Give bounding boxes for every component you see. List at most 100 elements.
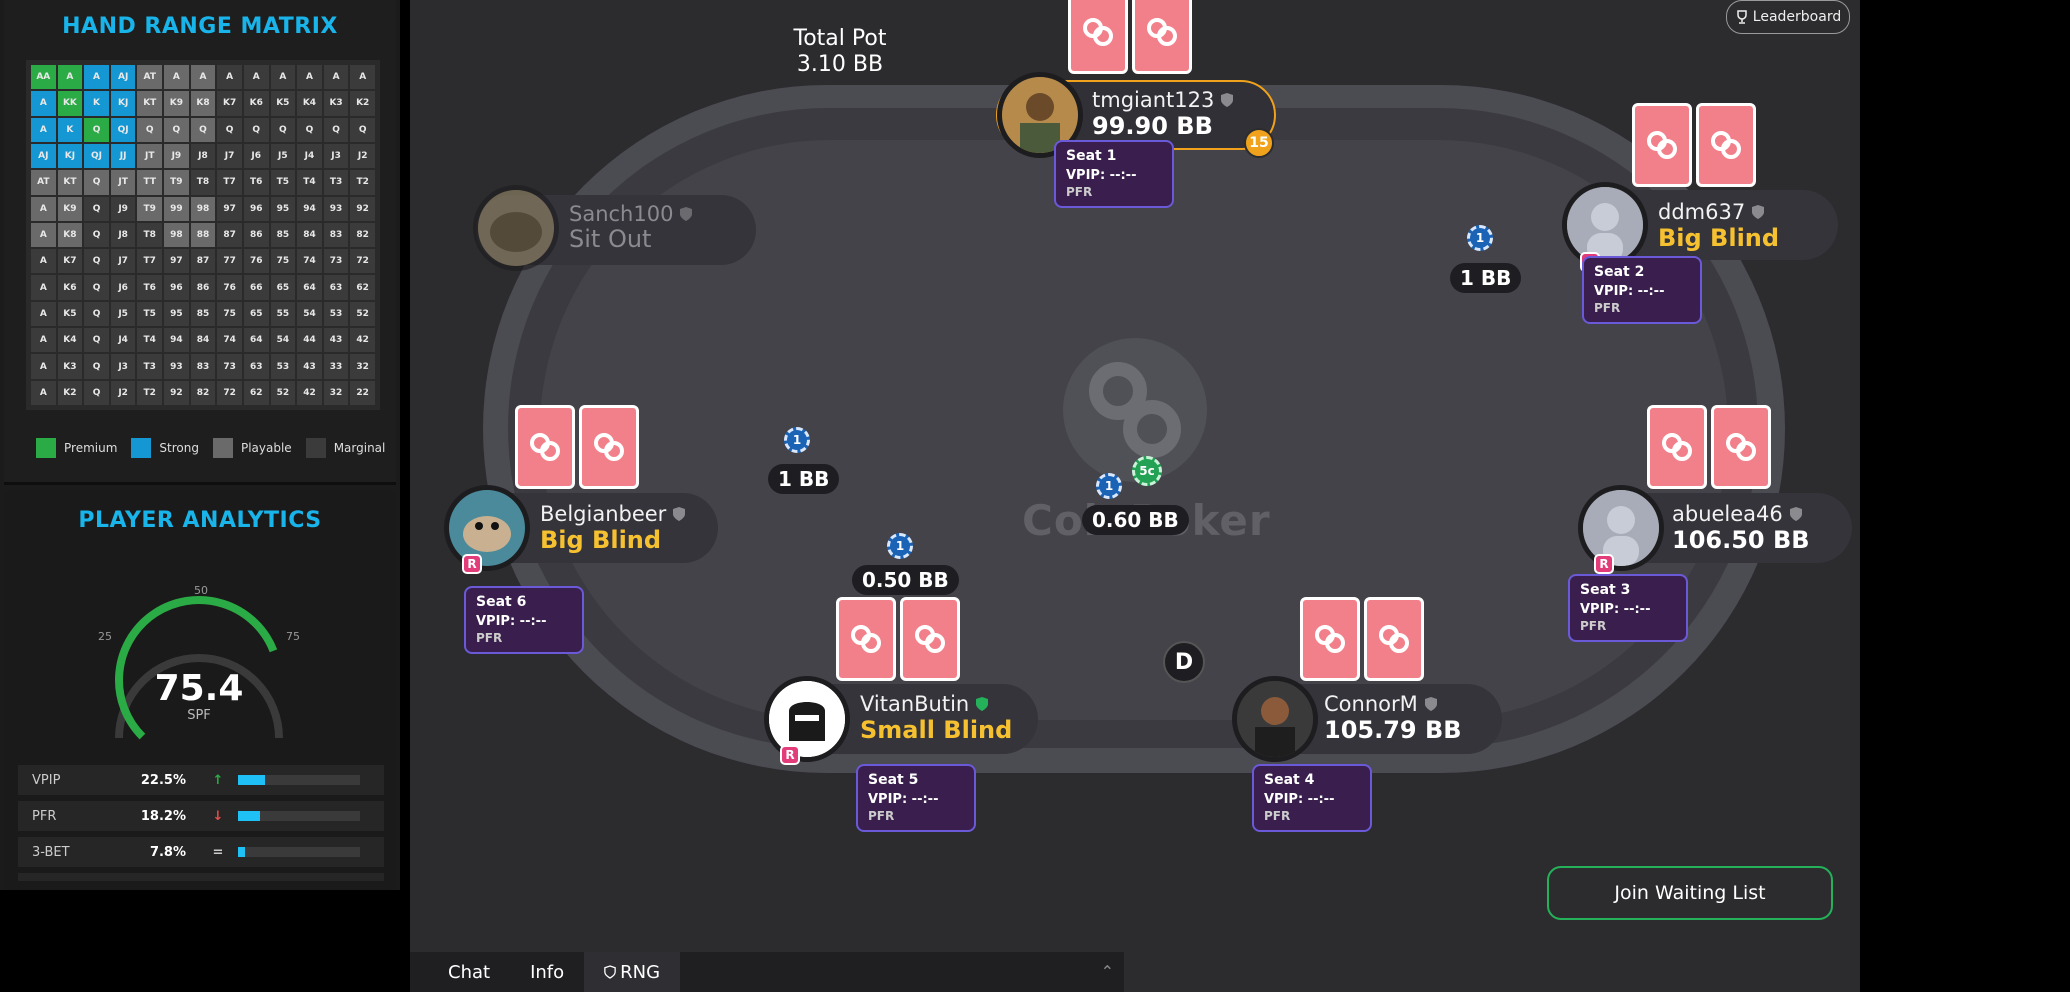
- range-cell[interactable]: A: [270, 65, 296, 90]
- range-cell[interactable]: 94: [297, 196, 322, 221]
- range-cell[interactable]: A: [84, 65, 109, 90]
- range-cell[interactable]: 85: [270, 222, 296, 248]
- player-avatar[interactable]: [1578, 485, 1664, 571]
- range-cell[interactable]: K8: [190, 91, 216, 116]
- range-cell[interactable]: J8: [190, 143, 216, 169]
- range-cell[interactable]: 92: [350, 196, 375, 221]
- range-cell[interactable]: QJ: [110, 117, 136, 142]
- range-cell[interactable]: K9: [57, 196, 83, 221]
- range-cell[interactable]: Q: [297, 117, 322, 142]
- range-cell[interactable]: K6: [57, 275, 83, 300]
- range-cell[interactable]: K3: [323, 91, 349, 116]
- join-waiting-list-button[interactable]: Join Waiting List: [1547, 866, 1833, 920]
- range-cell[interactable]: 96: [243, 196, 269, 221]
- range-cell[interactable]: T3: [137, 354, 163, 379]
- range-cell[interactable]: 73: [323, 249, 349, 274]
- range-cell[interactable]: 64: [243, 328, 269, 353]
- range-cell[interactable]: A: [164, 65, 189, 90]
- range-cell[interactable]: 83: [323, 222, 349, 248]
- range-cell[interactable]: AJ: [31, 143, 56, 169]
- range-cell[interactable]: Q: [190, 117, 216, 142]
- range-cell[interactable]: 52: [350, 301, 375, 327]
- range-cell[interactable]: Q: [164, 117, 189, 142]
- range-cell[interactable]: 75: [217, 301, 242, 327]
- range-cell[interactable]: K5: [270, 91, 296, 116]
- range-cell[interactable]: A: [31, 117, 56, 142]
- range-cell[interactable]: QJ: [84, 143, 109, 169]
- seat-stats-box[interactable]: Seat 6 VPIP: --:-- PFR: [464, 586, 584, 654]
- range-cell[interactable]: K6: [243, 91, 269, 116]
- range-cell[interactable]: 74: [217, 328, 242, 353]
- range-cell[interactable]: A: [31, 249, 56, 274]
- range-cell[interactable]: 88: [190, 222, 216, 248]
- range-cell[interactable]: J6: [243, 143, 269, 169]
- range-cell[interactable]: Q: [84, 354, 109, 379]
- range-cell[interactable]: 54: [297, 301, 322, 327]
- range-cell[interactable]: 99: [164, 196, 189, 221]
- range-cell[interactable]: 42: [297, 380, 322, 405]
- range-cell[interactable]: J3: [323, 143, 349, 169]
- range-cell[interactable]: Q: [217, 117, 242, 142]
- seat-stats-box[interactable]: Seat 3 VPIP: --:-- PFR: [1568, 574, 1688, 642]
- range-cell[interactable]: A: [31, 275, 56, 300]
- range-cell[interactable]: 54: [270, 328, 296, 353]
- range-cell[interactable]: A: [31, 91, 56, 116]
- range-cell[interactable]: Q: [323, 117, 349, 142]
- range-cell[interactable]: T9: [164, 170, 189, 195]
- range-cell[interactable]: J3: [110, 354, 136, 379]
- range-cell[interactable]: 63: [323, 275, 349, 300]
- range-cell[interactable]: 86: [190, 275, 216, 300]
- range-cell[interactable]: AJ: [110, 65, 136, 90]
- range-cell[interactable]: T4: [137, 328, 163, 353]
- leaderboard-button[interactable]: Leaderboard: [1726, 0, 1850, 34]
- range-cell[interactable]: 97: [217, 196, 242, 221]
- range-cell[interactable]: TT: [137, 170, 163, 195]
- range-cell[interactable]: T4: [297, 170, 322, 195]
- tab-info[interactable]: Info: [510, 952, 584, 992]
- range-cell[interactable]: T7: [217, 170, 242, 195]
- range-cell[interactable]: J4: [110, 328, 136, 353]
- range-cell[interactable]: 73: [217, 354, 242, 379]
- range-cell[interactable]: J9: [110, 196, 136, 221]
- range-cell[interactable]: 43: [323, 328, 349, 353]
- range-cell[interactable]: T5: [270, 170, 296, 195]
- range-cell[interactable]: T2: [350, 170, 375, 195]
- range-cell[interactable]: T8: [137, 222, 163, 248]
- seat-stats-box[interactable]: Seat 2 VPIP: --:-- PFR: [1582, 256, 1702, 324]
- range-cell[interactable]: J7: [217, 143, 242, 169]
- range-cell[interactable]: J5: [110, 301, 136, 327]
- range-cell[interactable]: K: [57, 117, 83, 142]
- range-cell[interactable]: 62: [350, 275, 375, 300]
- range-cell[interactable]: A: [31, 222, 56, 248]
- tab-rng[interactable]: RNG: [584, 952, 681, 992]
- range-cell[interactable]: 83: [190, 354, 216, 379]
- range-cell[interactable]: T8: [190, 170, 216, 195]
- range-cell[interactable]: 75: [270, 249, 296, 274]
- range-cell[interactable]: 76: [243, 249, 269, 274]
- range-cell[interactable]: 82: [350, 222, 375, 248]
- range-cell[interactable]: 62: [243, 380, 269, 405]
- range-cell[interactable]: K2: [57, 380, 83, 405]
- range-cell[interactable]: J5: [270, 143, 296, 169]
- range-cell[interactable]: KT: [137, 91, 163, 116]
- range-cell[interactable]: A: [350, 65, 375, 90]
- range-cell[interactable]: Q: [84, 196, 109, 221]
- range-cell[interactable]: KJ: [110, 91, 136, 116]
- range-cell[interactable]: 53: [323, 301, 349, 327]
- player-avatar[interactable]: [1232, 676, 1318, 762]
- range-cell[interactable]: 84: [297, 222, 322, 248]
- range-cell[interactable]: T6: [137, 275, 163, 300]
- range-cell[interactable]: Q: [84, 380, 109, 405]
- range-cell[interactable]: K9: [164, 91, 189, 116]
- range-cell[interactable]: Q: [243, 117, 269, 142]
- range-cell[interactable]: Q: [84, 328, 109, 353]
- range-cell[interactable]: 87: [190, 249, 216, 274]
- range-cell[interactable]: 84: [190, 328, 216, 353]
- range-cell[interactable]: K8: [57, 222, 83, 248]
- player-avatar[interactable]: [764, 676, 850, 762]
- range-cell[interactable]: T6: [243, 170, 269, 195]
- range-cell[interactable]: 85: [190, 301, 216, 327]
- range-cell[interactable]: KJ: [57, 143, 83, 169]
- range-cell[interactable]: 82: [190, 380, 216, 405]
- range-cell[interactable]: 93: [164, 354, 189, 379]
